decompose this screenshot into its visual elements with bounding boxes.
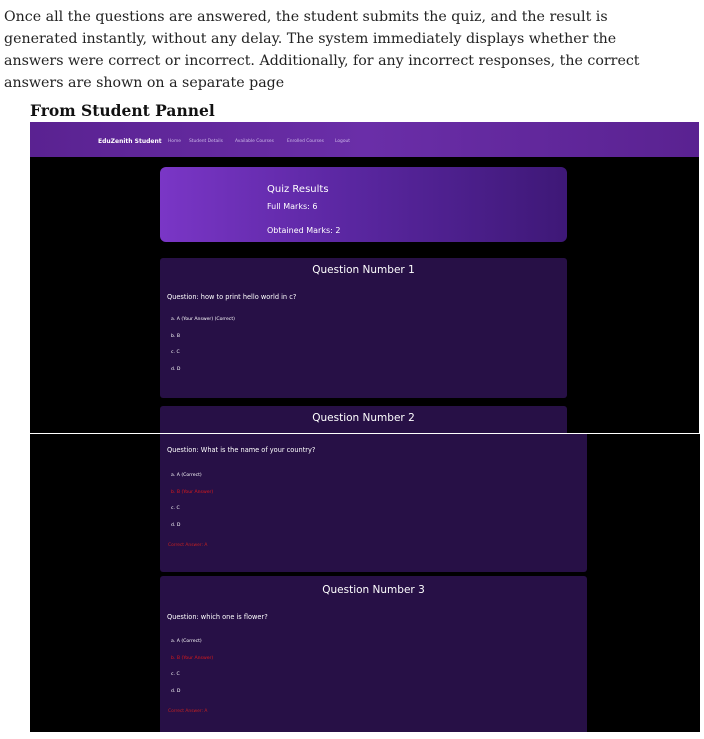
description-paragraph: Once all the questions are answered, the… (4, 6, 694, 94)
question-text: Question: which one is flower? (167, 613, 268, 621)
paragraph-line: generated instantly, without any delay. … (4, 31, 617, 47)
paragraph-line: answers are shown on a separate page (4, 75, 285, 91)
option-b-your-answer: b. B (Your Answer) (171, 655, 214, 661)
options-list: a. A (Correct) b. B (Your Answer) c. C d… (171, 472, 213, 538)
paragraph-line: Once all the questions are answered, the… (4, 9, 608, 25)
obtained-marks: Obtained Marks: 2 (267, 226, 341, 235)
student-panel-screenshot-top: EduZenith Student Home Student Details A… (30, 122, 699, 433)
full-marks: Full Marks: 6 (267, 202, 318, 211)
options-list: a. A (Your Answer) (Correct) b. B c. C d… (171, 316, 235, 382)
question-card-2: Question: What is the name of your count… (160, 434, 587, 572)
option-c: c. C (171, 506, 180, 511)
option-a: a. A (Your Answer) (Correct) (171, 317, 235, 322)
nav-link-student-details[interactable]: Student Details (189, 139, 223, 144)
results-title: Quiz Results (267, 184, 329, 195)
quiz-results-card: Quiz Results Full Marks: 6 Obtained Mark… (160, 167, 567, 242)
question-text: Question: how to print hello world in c? (167, 293, 297, 301)
paragraph-line: answers were correct or incorrect. Addit… (4, 53, 640, 69)
option-c: c. C (171, 350, 180, 355)
question-text: Question: What is the name of your count… (167, 446, 316, 454)
question-number-heading: Question Number 3 (322, 584, 425, 596)
nav-link-logout[interactable]: Logout (335, 139, 350, 144)
option-d: d. D (171, 688, 181, 694)
option-b-your-answer: b. B (Your Answer) (171, 489, 214, 495)
correct-answer-note: Correct Answer: A (168, 543, 208, 548)
option-a: a. A (Correct) (171, 473, 202, 478)
option-d: d. D (171, 366, 181, 372)
nav-link-enrolled-courses[interactable]: Enrolled Courses (287, 139, 324, 144)
option-b: b. B (171, 333, 180, 339)
navbar: EduZenith Student Home Student Details A… (30, 122, 699, 157)
question-number-heading: Question Number 2 (312, 412, 415, 424)
nav-link-home[interactable]: Home (168, 139, 181, 144)
student-panel-screenshot-bottom: Question: What is the name of your count… (30, 434, 700, 732)
nav-link-available-courses[interactable]: Available Courses (235, 139, 274, 144)
question-card-3: Question Number 3 Question: which one is… (160, 576, 587, 732)
option-c: c. C (171, 672, 180, 677)
option-d: d. D (171, 522, 181, 528)
correct-answer-note: Correct Answer: A (168, 709, 208, 714)
navbar-brand[interactable]: EduZenith Student (98, 138, 162, 145)
question-number-heading: Question Number 1 (312, 264, 415, 276)
question-card-2-header: Question Number 2 (160, 406, 567, 433)
option-a: a. A (Correct) (171, 639, 202, 644)
question-card-1: Question Number 1 Question: how to print… (160, 258, 567, 398)
options-list: a. A (Correct) b. B (Your Answer) c. C d… (171, 638, 213, 704)
section-heading: From Student Pannel (30, 101, 215, 120)
